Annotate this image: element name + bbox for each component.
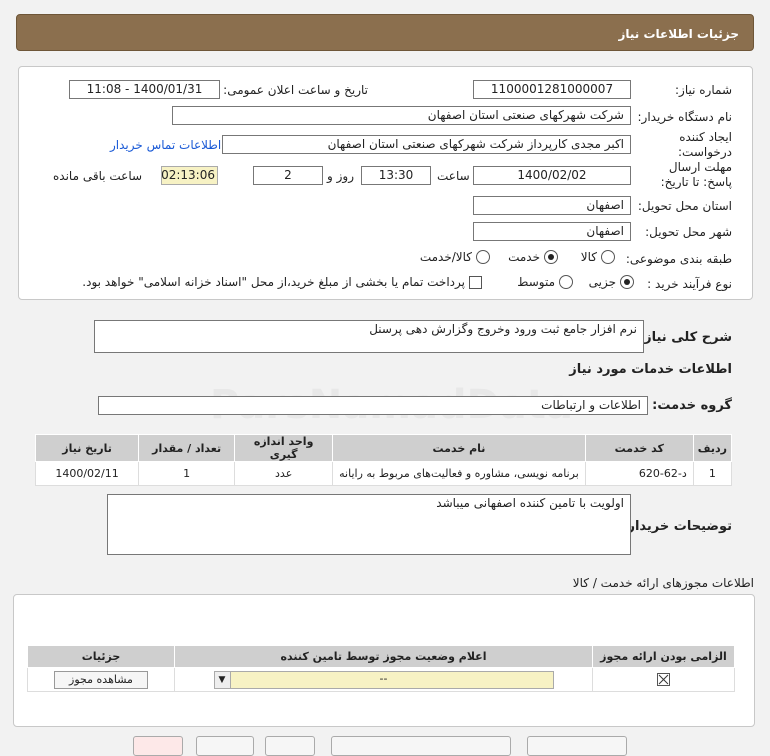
- province-label: استان محل تحویل:: [637, 199, 732, 213]
- province-field: اصفهان: [473, 196, 631, 215]
- category-label: طبقه بندی موضوعی:: [625, 252, 732, 266]
- cell-qty: 1: [138, 461, 236, 486]
- announce-label: تاریخ و ساعت اعلان عمومی:: [223, 83, 368, 97]
- buyer-org-label: نام دستگاه خریدار:: [637, 110, 733, 124]
- col-row: ردیف: [692, 434, 733, 462]
- deadline-label: مهلت ارسال پاسخ: تا تاریخ:: [660, 160, 732, 189]
- days-label: روز و: [327, 169, 354, 183]
- col-details: جزئیات: [27, 645, 175, 668]
- x-mark-icon: [658, 674, 669, 685]
- need-number-label: شماره نیاز:: [675, 83, 732, 97]
- category-option-both-label: کالا/خدمت: [419, 250, 472, 264]
- chevron-down-icon[interactable]: ▼: [214, 671, 231, 688]
- table-row: 1 د-62-620 برنامه نویسی، مشاوره و فعالیت…: [34, 461, 733, 486]
- deadline-time-label: ساعت: [437, 169, 470, 183]
- buyer-notes-field: اولویت با تامین کننده اصفهانی میباشد: [107, 494, 631, 555]
- bottom-button-5[interactable]: [133, 736, 183, 756]
- payment-checkbox[interactable]: [469, 275, 482, 289]
- summary-label: شرح کلی نیاز:: [638, 330, 732, 345]
- service-group-label: گروه خدمت:: [652, 398, 732, 413]
- services-table-header: ردیف کد خدمت نام خدمت واحد اندازه گیری ت…: [34, 434, 733, 462]
- cell-date: 1400/02/11: [34, 461, 140, 486]
- buyer-contact-link[interactable]: اطلاعات تماس خریدار: [110, 138, 221, 152]
- process-option-minor-label: جزیی: [588, 275, 616, 289]
- category-option-goods[interactable]: کالا: [581, 250, 615, 264]
- process-option-minor[interactable]: جزیی: [589, 275, 634, 289]
- city-field: اصفهان: [473, 222, 631, 241]
- col-required: الزامی بودن ارائه مجوز: [592, 645, 735, 668]
- status-select[interactable]: -- ▼: [213, 670, 554, 689]
- creator-label: ایجاد کننده درخواست:: [678, 130, 732, 159]
- cell-unit: عدد: [234, 461, 334, 486]
- category-option-service[interactable]: خدمت: [508, 250, 558, 264]
- radio-medium[interactable]: [559, 275, 573, 289]
- col-date: تاریخ نیاز: [34, 434, 140, 462]
- cell-row: 1: [692, 461, 733, 486]
- col-qty: تعداد / مقدار: [138, 434, 236, 462]
- buyer-org-field: شرکت شهرکهای صنعتی استان اصفهان: [172, 106, 631, 125]
- bottom-button-4[interactable]: [196, 736, 254, 756]
- services-table: ردیف کد خدمت نام خدمت واحد اندازه گیری ت…: [34, 434, 733, 486]
- cell-details: مشاهده مجوز: [27, 667, 175, 692]
- services-section-title: اطلاعات خدمات مورد نیاز: [569, 362, 732, 377]
- col-status: اعلام وضعیت مجوز توسط تامین کننده: [174, 645, 593, 668]
- cell-status: -- ▼: [174, 667, 593, 692]
- process-label: نوع فرآیند خرید :: [647, 277, 732, 291]
- radio-service[interactable]: [544, 250, 558, 264]
- summary-field: نرم افزار جامع ثبت ورود وخروج وگزارش دهی…: [94, 320, 644, 353]
- city-label: شهر محل تحویل:: [645, 225, 732, 239]
- service-group-field: اطلاعات و ارتباطات: [98, 396, 648, 415]
- deadline-date-field: 1400/02/02: [473, 166, 631, 185]
- col-unit: واحد اندازه گیری: [234, 434, 334, 462]
- permits-section-title: اطلاعات مجوزهای ارائه خدمت / کالا: [572, 576, 754, 590]
- radio-minor[interactable]: [620, 275, 634, 289]
- buyer-notes-label: توضیحات خریدار:: [622, 519, 732, 534]
- need-number-field: 1100001281000007: [473, 80, 631, 99]
- category-option-goods-label: کالا: [580, 250, 597, 264]
- radio-goods-service[interactable]: [476, 250, 490, 264]
- bottom-button-1[interactable]: [527, 736, 627, 756]
- col-name: نام خدمت: [332, 434, 586, 462]
- payment-option[interactable]: پرداخت تمام یا بخشی از مبلغ خرید،از محل …: [82, 275, 482, 289]
- announce-field: 1400/01/31 - 11:08: [69, 80, 220, 99]
- bottom-button-3[interactable]: [265, 736, 315, 756]
- creator-field: اکبر مجدی کارپرداز شرکت شهرکهای صنعتی اس…: [222, 135, 631, 154]
- process-option-medium-label: متوسط: [517, 275, 555, 289]
- cell-required: [592, 667, 735, 692]
- remaining-time-field: 02:13:06: [161, 166, 218, 185]
- category-option-service-label: خدمت: [508, 250, 540, 264]
- permits-table: الزامی بودن ارائه مجوز اعلام وضعیت مجوز …: [27, 645, 735, 692]
- category-option-both[interactable]: کالا/خدمت: [420, 250, 490, 264]
- summary-value: نرم افزار جامع ثبت ورود وخروج وگزارش دهی…: [369, 322, 637, 336]
- process-option-medium[interactable]: متوسط: [517, 275, 573, 289]
- view-permit-button[interactable]: مشاهده مجوز: [54, 670, 148, 689]
- col-code: کد خدمت: [584, 434, 694, 462]
- page-title: جزئیات اطلاعات نیاز: [618, 27, 739, 41]
- deadline-time-field: 13:30: [361, 166, 431, 185]
- permits-table-header: الزامی بودن ارائه مجوز اعلام وضعیت مجوز …: [27, 645, 735, 668]
- page-header: جزئیات اطلاعات نیاز: [16, 14, 754, 51]
- status-select-value: --: [379, 671, 388, 685]
- days-field: 2: [253, 166, 323, 185]
- buyer-notes-value: اولویت با تامین کننده اصفهانی میباشد: [436, 496, 624, 510]
- radio-goods[interactable]: [601, 250, 615, 264]
- bottom-button-2[interactable]: [331, 736, 511, 756]
- required-checkbox: [657, 673, 670, 687]
- table-row: -- ▼ مشاهده مجوز: [27, 667, 735, 692]
- cell-code: د-62-620: [584, 461, 694, 486]
- cell-name: برنامه نویسی، مشاوره و فعالیت‌های مربوط …: [332, 461, 586, 486]
- remaining-label: ساعت باقی مانده: [53, 169, 143, 183]
- payment-note: پرداخت تمام یا بخشی از مبلغ خرید،از محل …: [82, 275, 465, 289]
